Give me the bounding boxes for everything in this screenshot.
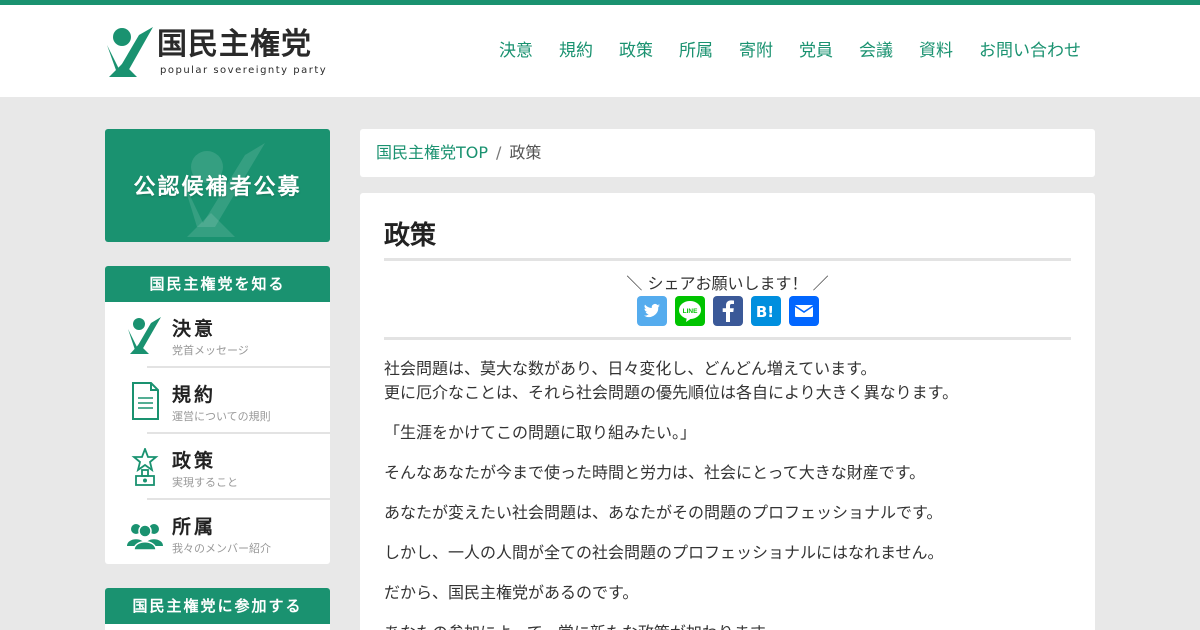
paragraph-7: あなたの参加によって、常に新たな政策が加わります。 [384,621,1074,630]
logo-name: 国民主権党 [157,27,312,62]
paragraph-3: そんなあなたが今まで使った時間と労力は、社会にとって大きな財産です。 [384,463,926,482]
sidebar-item-kiyaku[interactable]: 規約 運営についての規則 [105,368,330,434]
sidebar-item-seisaku[interactable]: 政策 実現すること [105,434,330,500]
nav-kifu[interactable]: 寄附 [739,39,773,63]
facebook-icon[interactable] [713,296,743,326]
sidebar-item-desc: 運営についての規則 [172,410,271,423]
article-panel: 政策 ＼ シェアお願いします！ ／ LINE B! 社会問題は、莫大な数があり、… [360,193,1095,630]
breadcrumb: 国民主権党TOP / 政策 [360,129,1095,177]
sidebar-item-desc: 我々のメンバー紹介 [172,542,271,555]
banner-label: 公認候補者公募 [133,175,302,200]
hatena-icon[interactable]: B! [751,296,781,326]
page-title: 政策 [384,221,437,251]
document-icon [132,382,159,420]
sidebar-item-title: 規約 [172,384,217,406]
paragraph-5: しかし、一人の人間が全ての社会問題のプロフェッショナルにはなれません。 [384,543,944,562]
nav-kaigi[interactable]: 会議 [859,39,893,63]
nav-shiryou[interactable]: 資料 [919,39,953,63]
share-divider [384,337,1071,340]
article-body: 社会問題は、莫大な数があり、日々変化し、どんどん増えています。 更に厄介なことは、… [384,357,1074,630]
title-divider [384,258,1071,261]
trophy-star-icon [131,448,159,486]
nav-kiyaku[interactable]: 規約 [559,39,593,63]
twitter-icon[interactable] [637,296,667,326]
members-icon [127,524,163,551]
sidebar-item-title: 所属 [172,516,217,538]
nav-shozoku[interactable]: 所属 [679,39,713,63]
nav-seisaku[interactable]: 政策 [619,39,653,63]
sidebar-item-ketsui[interactable]: 決意 党首メッセージ [105,302,330,368]
mail-icon[interactable] [789,296,819,326]
svg-text:LINE: LINE [683,308,698,315]
breadcrumb-separator: / [496,143,502,162]
sidebar-item-shozoku[interactable]: 所属 我々のメンバー紹介 [105,500,330,564]
svg-text:B!: B! [756,303,774,321]
paragraph-6: だから、国民主権党があるのです。 [384,583,639,602]
breadcrumb-home-link[interactable]: 国民主権党TOP [376,143,488,162]
paragraph-2: 「生涯をかけてこの問題に取り組みたい。」 [384,423,697,442]
paragraph-1: 社会問題は、莫大な数があり、日々変化し、どんどん増えています。 更に厄介なことは、… [384,359,959,402]
logo-figure-icon [107,27,153,77]
site-header: 国民主権党 popular sovereignty party 決意 規約 政策… [0,5,1200,97]
know-party-panel: 国民主権党を知る 決意 党首メッセージ 規約 運営についての規則 政策 実現する… [105,266,330,564]
sidebar-item-title: 政策 [172,450,217,472]
global-nav: 決意 規約 政策 所属 寄附 党員 会議 資料 お問い合わせ [473,39,1081,63]
site-logo[interactable]: 国民主権党 popular sovereignty party [105,25,328,83]
logo-subtitle: popular sovereignty party [160,65,328,76]
leader-check-icon [128,317,161,354]
nav-touin[interactable]: 党員 [799,39,833,63]
join-party-panel: 国民主権党に参加する [105,588,330,630]
nav-ketsui[interactable]: 決意 [499,39,533,63]
sidebar-item-desc: 党首メッセージ [172,344,249,357]
nav-contact[interactable]: お問い合わせ [979,39,1081,63]
candidate-recruitment-banner[interactable]: 公認候補者公募 [105,129,330,242]
sidebar-item-title: 決意 [172,318,217,340]
share-prompt: ＼ シェアお願いします！ ／ [626,274,829,293]
join-party-heading[interactable]: 国民主権党に参加する [105,588,330,624]
breadcrumb-current: 政策 [509,143,542,162]
line-icon[interactable]: LINE [675,296,705,326]
know-party-heading: 国民主権党を知る [105,266,330,302]
sidebar-item-desc: 実現すること [172,476,238,489]
share-buttons: LINE B! [637,296,819,326]
paragraph-4: あなたが変えたい社会問題は、あなたがその問題のプロフェッショナルです。 [384,503,943,522]
